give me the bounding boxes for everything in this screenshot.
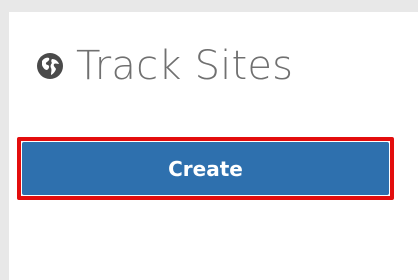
globe-icon: [36, 52, 64, 80]
create-button[interactable]: Create: [22, 142, 389, 195]
page-header: Track Sites: [36, 46, 293, 86]
page-title: Track Sites: [76, 43, 294, 89]
